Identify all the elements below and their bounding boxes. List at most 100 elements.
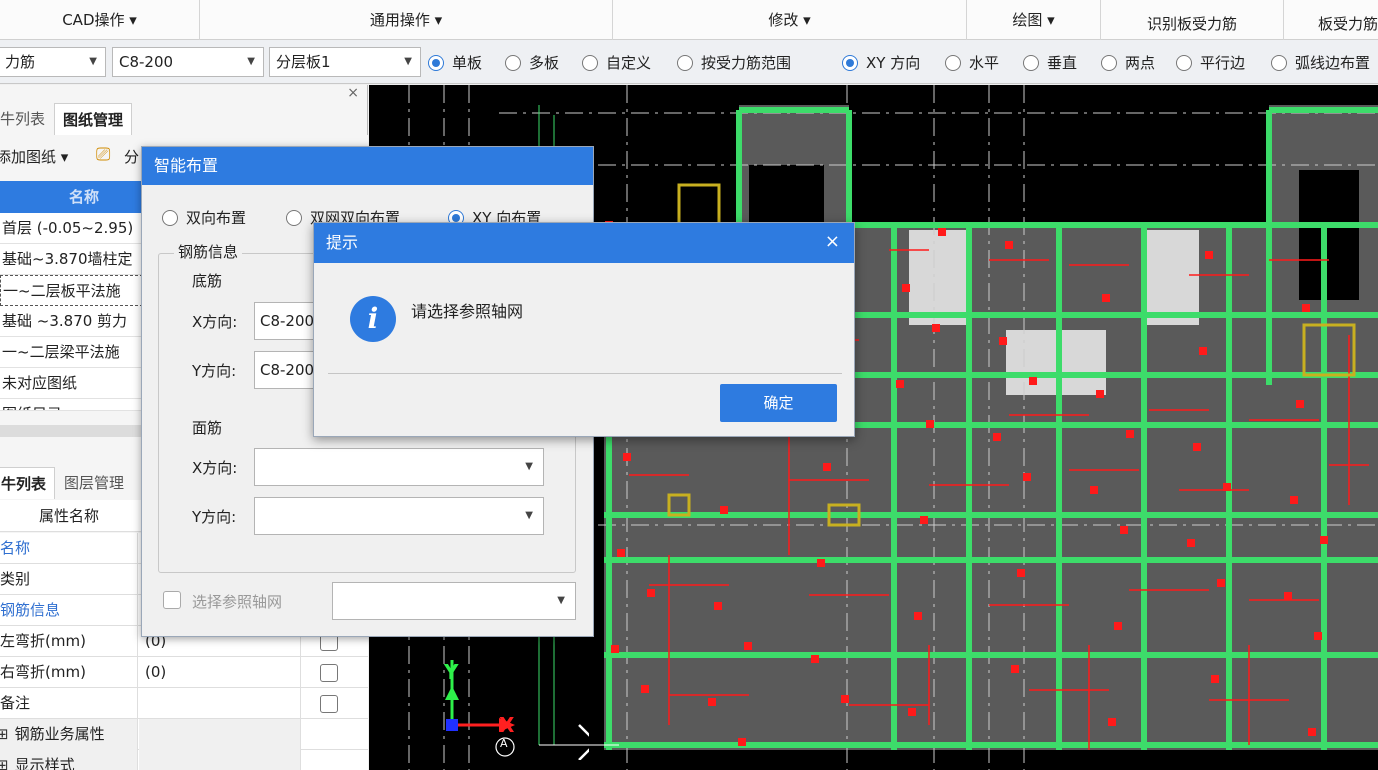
column-marker [841, 695, 849, 703]
radio-option-1[interactable]: 多板 [505, 52, 559, 74]
property-checkbox[interactable] [320, 664, 338, 682]
bottom-bar-label: 底筋 [192, 272, 223, 290]
rebar-spec-value: C8-200 [119, 53, 174, 71]
axis-grid-select[interactable]: ▼ [332, 582, 576, 620]
column-marker [1005, 241, 1013, 249]
property-group: ⊞ 显示样式 [0, 750, 138, 770]
property-name: 类别 [0, 564, 138, 595]
property-name: 左弯折(mm) [0, 626, 138, 657]
radio-unchecked-icon [162, 210, 178, 226]
light-room [1147, 230, 1199, 325]
radio-label: 自定义 [606, 54, 652, 72]
toolbar: 力筋 ▼ C8-200 ▼ 分层板1 ▼ 单板 多板 自定义 按受力筋范围 XY 方向 水平 垂直… [0, 40, 1378, 84]
radio-option-6[interactable]: 垂直 [1023, 52, 1077, 74]
layer-slab-combo[interactable]: 分层板1 ▼ [269, 47, 421, 77]
tab-component-list[interactable]: 牛列表 [0, 103, 53, 135]
close-icon[interactable]: × [347, 85, 359, 101]
property-value[interactable]: (0) [139, 657, 301, 688]
modify-menu[interactable]: 修改 ▾ [613, 0, 967, 40]
radio-unchecked-icon [1101, 55, 1117, 71]
radio-option-3[interactable]: 按受力筋范围 [677, 52, 791, 74]
radio-option-4[interactable]: XY 方向 [842, 52, 920, 74]
dialog-title: 智能布置 [142, 147, 593, 185]
property-row[interactable]: ⊞ 钢筋业务属性 [0, 719, 368, 750]
expand-icon[interactable]: ⊞ [0, 756, 9, 770]
axis-y-label: Y [444, 660, 459, 684]
radio-checked-icon [842, 55, 858, 71]
column-marker [1090, 486, 1098, 494]
slab-rebar-group[interactable]: 板受力筋 [1284, 0, 1378, 40]
column-marker [720, 506, 728, 514]
prop-name-header: 属性名称 [38, 507, 99, 525]
radio-unchecked-icon [286, 210, 302, 226]
top-y-label: Y方向: [192, 508, 237, 526]
tab-component-list-bottom[interactable]: 牛列表 [0, 467, 56, 499]
close-icon[interactable]: × [825, 231, 840, 252]
column-marker [920, 516, 928, 524]
rebar-type-combo[interactable]: 力筋 ▼ [0, 47, 106, 77]
property-value[interactable] [139, 688, 301, 719]
general-ops-menu[interactable]: 通用操作 ▾ [200, 0, 613, 40]
alert-message: 请选择参照轴网 [411, 302, 524, 321]
chevron-down-icon: ▼ [525, 510, 533, 521]
column-marker [714, 602, 722, 610]
property-name: 钢筋信息 [0, 595, 138, 626]
property-value[interactable] [139, 750, 301, 770]
expand-icon[interactable]: ⊞ [0, 725, 9, 743]
tab-drawing-management[interactable]: 图纸管理 [54, 103, 133, 135]
bottom-x-label: X方向: [192, 313, 238, 331]
column-marker [1211, 675, 1219, 683]
radio-unchecked-icon [582, 55, 598, 71]
ok-button[interactable]: 确定 [720, 384, 837, 422]
divider [328, 373, 842, 374]
bottom-y-label: Y方向: [192, 362, 237, 380]
chevron-down-icon: ▼ [557, 595, 565, 606]
add-drawing-button[interactable]: 添加图纸 ▾ [0, 146, 68, 167]
cad-ops-menu[interactable]: CAD操作 ▾ [0, 0, 200, 40]
split-drawing-label: 分 [124, 148, 140, 166]
top-y-select[interactable]: ▼ [254, 497, 544, 535]
property-group-label: 钢筋业务属性 [14, 725, 105, 743]
property-name: 备注 [0, 688, 138, 719]
column-marker [1126, 430, 1134, 438]
column-marker [1199, 347, 1207, 355]
column-marker [623, 453, 631, 461]
column-marker [1187, 539, 1195, 547]
column-marker [932, 324, 940, 332]
draw-menu[interactable]: 绘图 ▾ [967, 0, 1101, 40]
property-row[interactable]: ⊞ 显示样式 [0, 750, 368, 770]
column-marker [902, 284, 910, 292]
column-marker [1011, 665, 1019, 673]
radio-option-7[interactable]: 两点 [1101, 52, 1155, 74]
radio-label: 多板 [529, 54, 560, 72]
column-marker [1193, 443, 1201, 451]
radio-option-0[interactable]: 单板 [428, 52, 482, 74]
tab-layer-management[interactable]: 图层管理 [56, 467, 132, 499]
property-checkbox[interactable] [320, 695, 338, 713]
property-row[interactable]: 备注 [0, 688, 368, 719]
column-outline [677, 183, 721, 227]
radio-option-2[interactable]: 自定义 [582, 52, 651, 74]
top-x-select[interactable]: ▼ [254, 448, 544, 486]
property-extra [302, 719, 368, 750]
radio-option-5[interactable]: 水平 [945, 52, 999, 74]
column-marker [1290, 496, 1298, 504]
rebar-spec-combo[interactable]: C8-200 ▼ [112, 47, 264, 77]
column-marker [1120, 526, 1128, 534]
chevron-down-icon: ▼ [404, 56, 412, 67]
radio-unchecked-icon [677, 55, 693, 71]
property-row[interactable]: 右弯折(mm) (0) [0, 657, 368, 688]
select-axis-checkbox[interactable] [163, 591, 181, 609]
rebar-info-label: 钢筋信息 [174, 241, 243, 262]
radio-label: 双向布置 [186, 209, 247, 227]
radio-option-8[interactable]: 平行边 [1176, 52, 1245, 74]
column-marker [1017, 569, 1025, 577]
radio-option-9[interactable]: 弧线边布置 [1271, 52, 1370, 74]
layout-mode-radio-0[interactable]: 双向布置 [162, 207, 246, 228]
property-group: ⊞ 钢筋业务属性 [0, 719, 138, 750]
identify-slab-rebar-group[interactable]: 识别板受力筋 [1101, 0, 1284, 40]
ribbon-group-bar: CAD操作 ▾ 通用操作 ▾ 修改 ▾ 绘图 ▾ 识别板受力筋 板受力筋 [0, 0, 1378, 40]
property-value[interactable] [139, 719, 301, 750]
split-drawing-icon[interactable]: ⎚ [96, 144, 110, 165]
radio-unchecked-icon [1176, 55, 1192, 71]
